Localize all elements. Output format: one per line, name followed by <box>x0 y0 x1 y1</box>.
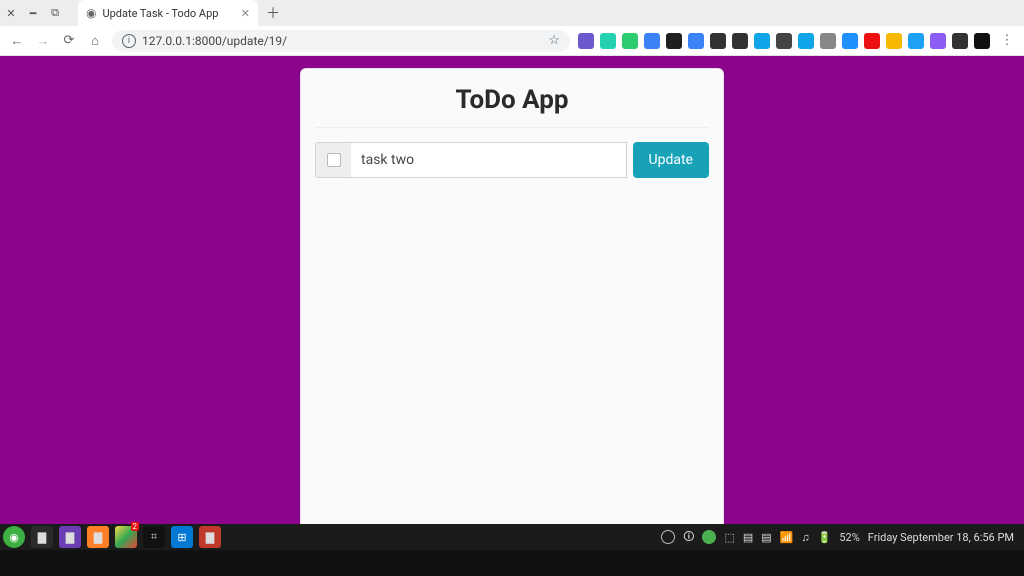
tab-title: Update Task - Todo App <box>102 7 218 20</box>
battery-percent: 52% <box>839 531 859 544</box>
extension-icon-6[interactable] <box>710 33 726 49</box>
extension-icon-8[interactable] <box>754 33 770 49</box>
clock[interactable]: Friday September 18, 6:56 PM <box>868 531 1014 544</box>
start-menu-icon[interactable]: ◉ <box>3 526 25 548</box>
browser2-icon[interactable]: ▇ <box>87 526 109 548</box>
window-minimize-icon[interactable]: ━ <box>22 7 44 20</box>
files-icon[interactable]: ▇ <box>31 526 53 548</box>
update-button[interactable]: Update <box>633 142 709 178</box>
shield-icon[interactable] <box>661 530 675 544</box>
extension-icon-11[interactable] <box>820 33 836 49</box>
extension-icon-3[interactable] <box>644 33 660 49</box>
update-icon[interactable]: ⬚ <box>724 531 734 544</box>
completed-checkbox-wrap <box>315 142 351 178</box>
vscode-icon[interactable]: ⊞ <box>171 526 193 548</box>
sound-icon[interactable]: ♫ <box>801 531 809 544</box>
wifi-icon[interactable]: 📶 <box>780 531 794 544</box>
extension-icon-5[interactable] <box>688 33 704 49</box>
extension-icon-9[interactable] <box>776 33 792 49</box>
home-icon[interactable]: ⌂ <box>86 33 104 49</box>
terminal-icon[interactable]: ⌗ <box>143 526 165 548</box>
reload-icon[interactable]: ⟳ <box>60 33 78 48</box>
url-text: 127.0.0.1:8000/update/19/ <box>142 34 287 48</box>
battery-icon[interactable]: 🔋 <box>818 531 832 544</box>
extension-icon-14[interactable] <box>886 33 902 49</box>
new-tab-button[interactable]: ＋ <box>266 3 280 23</box>
extension-icon-10[interactable] <box>798 33 814 49</box>
page-title: ToDo App <box>315 81 709 128</box>
update-form: Update <box>315 142 709 178</box>
extension-icon-18[interactable] <box>974 33 990 49</box>
task-title-input[interactable] <box>351 142 627 178</box>
globe-icon: ◉ <box>86 6 96 20</box>
notif-icon[interactable]: 🛈 <box>683 528 694 547</box>
status-ok-icon[interactable] <box>702 530 716 544</box>
extension-icon-2[interactable] <box>622 33 638 49</box>
folder-icon[interactable]: ▇ <box>59 526 81 548</box>
window-close-icon[interactable]: ✕ <box>0 7 22 20</box>
browser-tab[interactable]: ◉ Update Task - Todo App ✕ <box>78 0 258 26</box>
app-icon[interactable]: ▇ <box>199 526 221 548</box>
back-icon[interactable]: ← <box>8 33 26 49</box>
window-maximize-icon[interactable]: ⧉ <box>44 6 66 20</box>
window-titlebar: ✕ ━ ⧉ ◉ Update Task - Todo App ✕ ＋ <box>0 0 1024 26</box>
extension-icon-15[interactable] <box>908 33 924 49</box>
forward-icon[interactable]: → <box>34 33 52 49</box>
page-viewport: ToDo App Update ◉ ▇ ▇ ▇ 2 ⌗ ⊞ ▇ 🛈 ⬚ ▤ ▤ … <box>0 56 1024 550</box>
system-tray: 🛈 ⬚ ▤ ▤ 📶 ♫ 🔋 52% Friday September 18, 6… <box>661 528 1024 547</box>
os-taskbar: ◉ ▇ ▇ ▇ 2 ⌗ ⊞ ▇ 🛈 ⬚ ▤ ▤ 📶 ♫ 🔋 52% Friday… <box>0 524 1024 550</box>
gpu-icon[interactable]: ▤ <box>743 531 753 544</box>
bookmark-star-icon[interactable]: ☆ <box>548 33 560 48</box>
kebab-menu-icon[interactable]: ⋮ <box>998 33 1016 48</box>
extension-icon-7[interactable] <box>732 33 748 49</box>
extension-icon-1[interactable] <box>600 33 616 49</box>
extension-icon-16[interactable] <box>930 33 946 49</box>
chrome-icon[interactable]: 2 <box>115 526 137 548</box>
site-info-icon[interactable]: i <box>122 34 136 48</box>
gpu2-icon[interactable]: ▤ <box>761 531 771 544</box>
extension-icon-12[interactable] <box>842 33 858 49</box>
extension-icon-17[interactable] <box>952 33 968 49</box>
todo-card: ToDo App Update <box>300 68 724 550</box>
completed-checkbox[interactable] <box>327 153 341 167</box>
extension-icon-4[interactable] <box>666 33 682 49</box>
extension-icon-13[interactable] <box>864 33 880 49</box>
extension-icon-0[interactable] <box>578 33 594 49</box>
extension-icons <box>578 33 990 49</box>
address-bar[interactable]: i 127.0.0.1:8000/update/19/ ☆ <box>112 30 570 52</box>
tab-close-icon[interactable]: ✕ <box>241 7 250 20</box>
browser-toolbar: ← → ⟳ ⌂ i 127.0.0.1:8000/update/19/ ☆ ⋮ <box>0 26 1024 56</box>
